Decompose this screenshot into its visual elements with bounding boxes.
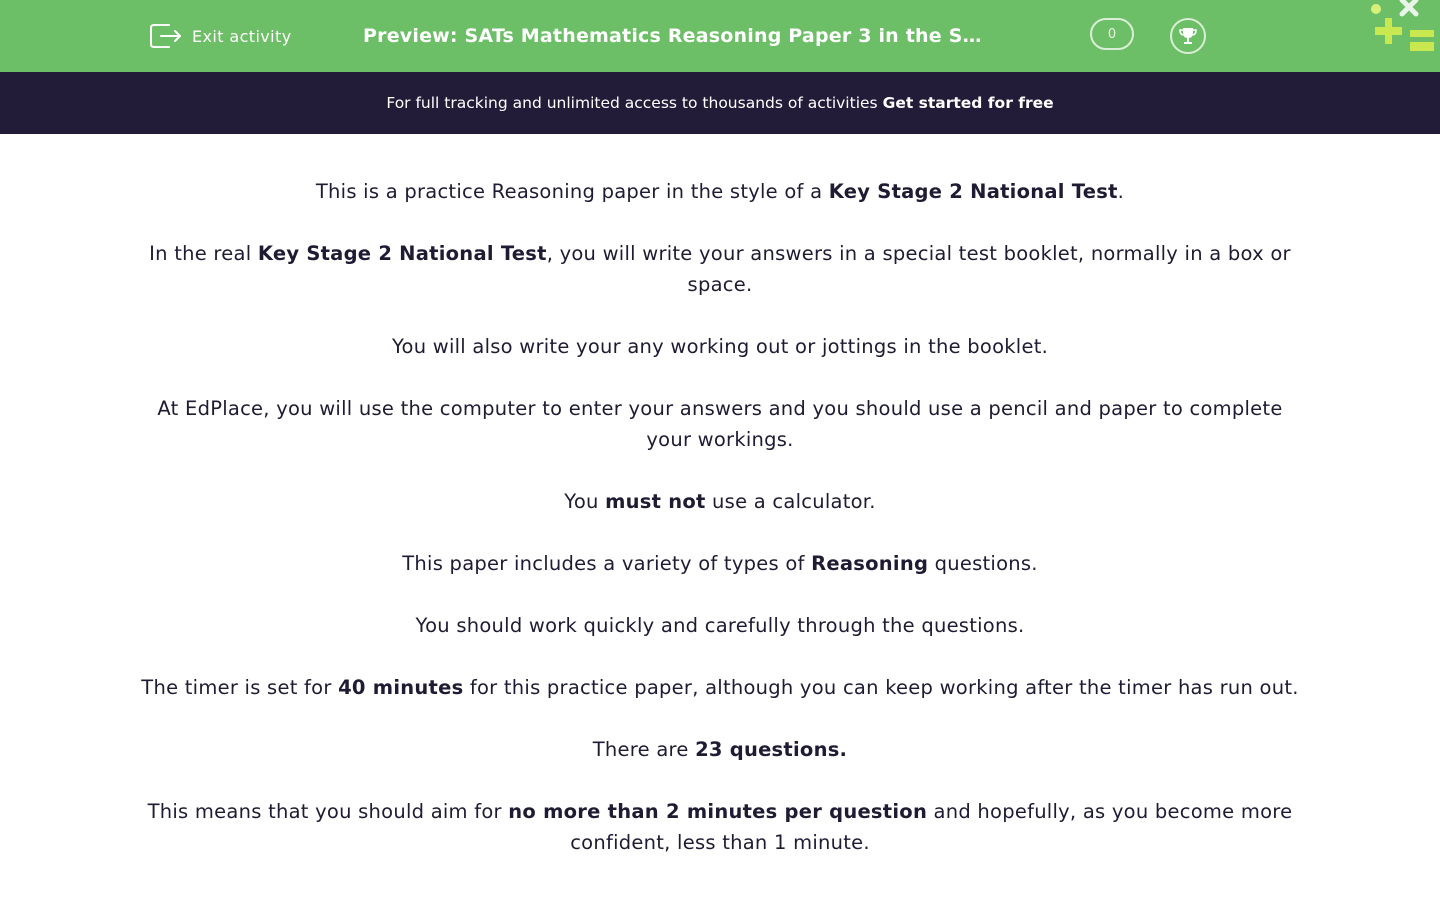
exit-icon [150,24,181,48]
text: questions. [928,552,1038,575]
instruction-paragraph: You must not use a calculator. [140,486,1300,517]
text: for this practice paper, although you ca… [463,676,1299,699]
instruction-paragraph: You should work quickly and carefully th… [140,610,1300,641]
instruction-paragraph: There are 23 questions. [140,734,1300,765]
exit-activity-label: Exit activity [192,26,292,46]
text: In the real [149,242,258,265]
text: You [564,490,606,513]
text: This means that you should aim for [147,800,509,823]
instructions: This is a practice Reasoning paper in th… [140,176,1300,889]
promo-banner: For full tracking and unlimited access t… [0,72,1440,134]
bold-text: no more than 2 minutes per question [508,800,928,823]
bold-text: Reasoning [811,552,929,575]
bold-text: Key Stage 2 National Test [828,180,1118,203]
text: The timer is set for [141,676,339,699]
exit-activity-button[interactable]: Exit activity [149,20,292,52]
instruction-paragraph: You will also write your any working out… [140,331,1300,362]
score-badge: 0 [1090,18,1134,50]
text: There are [592,738,696,761]
instruction-paragraph: This means that you should aim for no mo… [140,796,1300,858]
text: . [1117,180,1125,203]
instruction-paragraph: The timer is set for 40 minutes for this… [140,672,1300,703]
page-title: Preview: SATs Mathematics Reasoning Pape… [363,25,985,47]
instruction-paragraph: In the real Key Stage 2 National Test, y… [140,238,1300,300]
text: use a calculator. [705,490,876,513]
text: You will also write your any working out… [391,335,1049,358]
instruction-paragraph: This is a practice Reasoning paper in th… [140,176,1300,207]
text: This is a practice Reasoning paper in th… [315,180,829,203]
text: , you will write your answers in a speci… [546,242,1291,296]
trophy-icon [1179,28,1197,44]
promo-text: For full tracking and unlimited access t… [386,94,878,112]
bold-text: must not [605,490,706,513]
top-bar: Exit activity Preview: SATs Mathematics … [0,0,1440,72]
text: At EdPlace, you will use the computer to… [157,397,1283,451]
text: This paper includes a variety of types o… [402,552,812,575]
instruction-paragraph: At EdPlace, you will use the computer to… [140,393,1300,455]
trophy-button[interactable] [1170,18,1206,54]
text: You should work quickly and carefully th… [415,614,1025,637]
bold-text: 23 questions. [695,738,848,761]
edplace-logo-icon [1371,0,1434,51]
bold-text: 40 minutes [338,676,464,699]
bold-text: Key Stage 2 National Test [257,242,547,265]
get-started-link[interactable]: Get started for free [883,94,1054,112]
instruction-paragraph: This paper includes a variety of types o… [140,548,1300,579]
